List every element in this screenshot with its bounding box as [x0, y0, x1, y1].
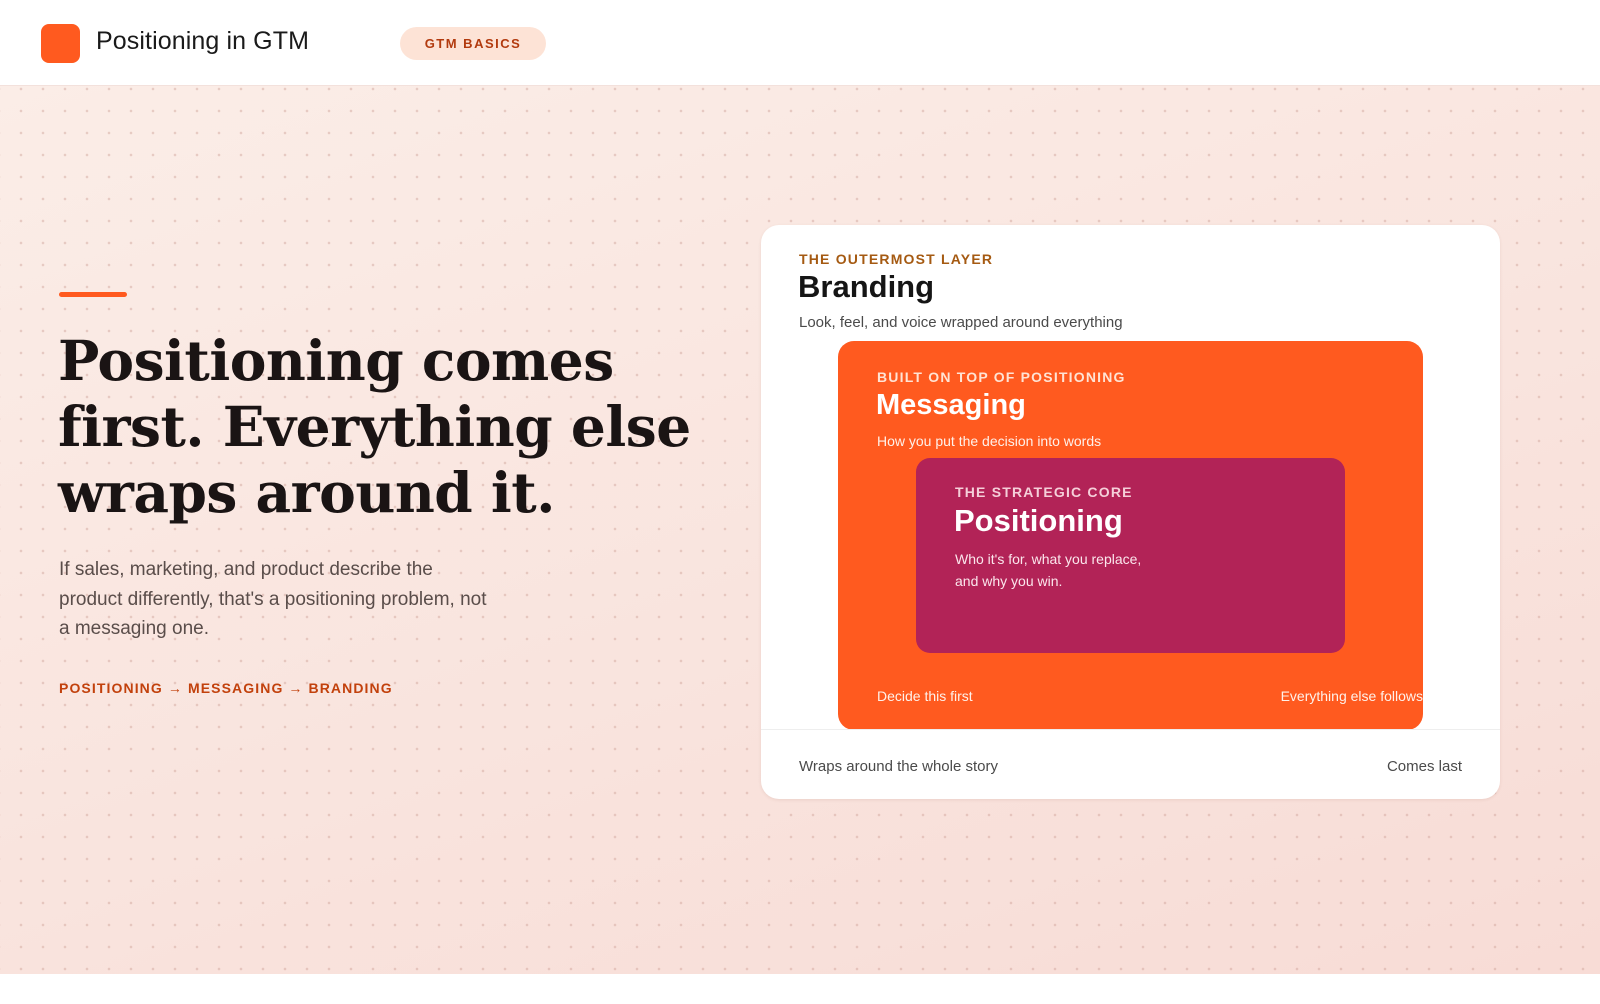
layers-diagram-card: THE OUTERMOST LAYER Branding Look, feel,… [761, 225, 1500, 799]
positioning-description: Who it's for, what you replace, and why … [955, 551, 1142, 589]
branding-eyebrow: THE OUTERMOST LAYER [799, 251, 994, 267]
positioning-title: Positioning [954, 503, 1123, 538]
branding-footer-right: Comes last [1386, 758, 1462, 775]
branding-description: Look, feel, and voice wrapped around eve… [799, 314, 1123, 331]
accent-divider [59, 292, 127, 297]
positioning-eyebrow: THE STRATEGIC CORE [955, 484, 1133, 500]
branding-title: Branding [798, 269, 935, 304]
layer-flow-caption: POSITIONING → MESSAGING → BRANDING [59, 680, 393, 696]
top-bar: Positioning in GTM GTM BASICS [0, 0, 1600, 86]
messaging-layer: BUILT ON TOP OF POSITIONING Messaging Ho… [838, 341, 1423, 730]
page-headline: Positioning comes first. Everything else… [58, 328, 691, 525]
messaging-footer-right: Everything else follows [1280, 688, 1423, 704]
positioning-layer: THE STRATEGIC CORE Positioning Who it's … [916, 458, 1345, 653]
messaging-eyebrow: BUILT ON TOP OF POSITIONING [877, 369, 1126, 385]
branding-footer-left: Wraps around the whole story [799, 758, 998, 775]
card-divider [761, 729, 1500, 730]
page-bottom-strip [0, 974, 1600, 1004]
category-badge: GTM BASICS [400, 27, 546, 60]
hero-subtext: If sales, marketing, and product describ… [59, 559, 487, 639]
messaging-description: How you put the decision into words [877, 433, 1102, 449]
app-logo-icon [41, 24, 80, 63]
messaging-title: Messaging [876, 389, 1026, 421]
app-title: Positioning in GTM [96, 27, 309, 55]
messaging-footer-left: Decide this first [877, 688, 973, 704]
